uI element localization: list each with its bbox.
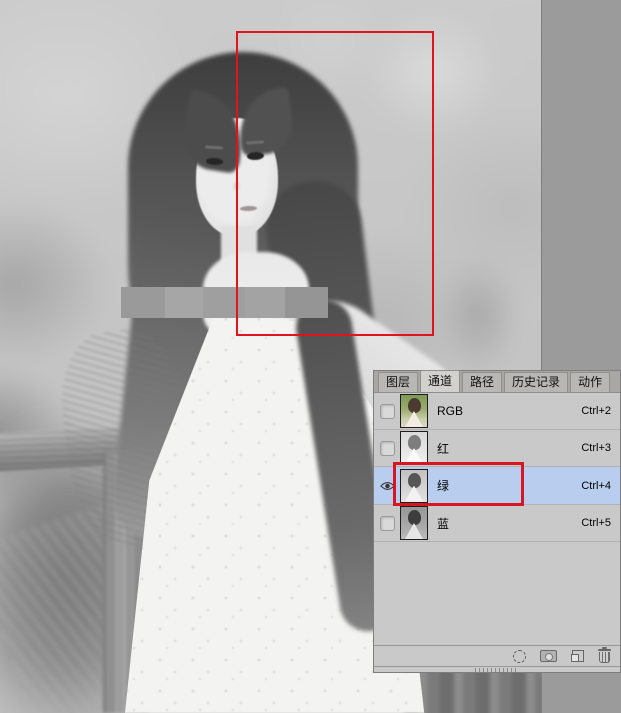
load-selection-icon[interactable] <box>513 650 526 663</box>
visibility-toggle[interactable] <box>374 516 400 531</box>
panel-resize-grip[interactable] <box>475 668 519 672</box>
channel-name: RGB <box>437 404 463 418</box>
save-selection-icon[interactable] <box>540 650 557 662</box>
panel-tab-bar: 图层 通道 路径 历史记录 动作 <box>374 371 620 393</box>
tab-layers[interactable]: 图层 <box>378 372 418 392</box>
panel-footer <box>374 645 620 667</box>
delete-channel-icon[interactable] <box>598 649 611 664</box>
visibility-empty-box <box>380 441 395 456</box>
channel-shortcut: Ctrl+5 <box>581 517 611 529</box>
visibility-empty-box <box>380 516 395 531</box>
visibility-toggle[interactable] <box>374 404 400 419</box>
visibility-toggle[interactable] <box>374 481 400 491</box>
visibility-toggle[interactable] <box>374 441 400 456</box>
tab-actions[interactable]: 动作 <box>570 372 610 392</box>
channel-name: 红 <box>437 440 449 457</box>
channel-name: 绿 <box>437 477 449 494</box>
channel-row-blue[interactable]: 蓝 Ctrl+5 <box>374 505 620 542</box>
channel-thumbnail-green[interactable] <box>400 469 428 503</box>
new-channel-icon[interactable] <box>571 650 584 662</box>
tab-history[interactable]: 历史记录 <box>504 372 568 392</box>
red-annotation-rectangle <box>236 31 434 336</box>
channel-shortcut: Ctrl+2 <box>581 405 611 417</box>
visibility-empty-box <box>380 404 395 419</box>
channel-thumbnail-rgb[interactable] <box>400 394 428 428</box>
tab-paths[interactable]: 路径 <box>462 372 502 392</box>
channel-thumbnail-red[interactable] <box>400 431 428 465</box>
tab-channels[interactable]: 通道 <box>420 370 460 392</box>
photoshop-workspace: 图层 通道 路径 历史记录 动作 RGB Ctrl+2 红 Ctrl+3 <box>0 0 621 713</box>
channel-row-red[interactable]: 红 Ctrl+3 <box>374 430 620 467</box>
channel-name: 蓝 <box>437 515 449 532</box>
channel-shortcut: Ctrl+4 <box>581 480 611 492</box>
channels-panel: 图层 通道 路径 历史记录 动作 RGB Ctrl+2 红 Ctrl+3 <box>373 370 621 673</box>
eye-icon <box>380 481 395 491</box>
channel-row-rgb[interactable]: RGB Ctrl+2 <box>374 393 620 430</box>
channel-row-green[interactable]: 绿 Ctrl+4 <box>374 467 620 505</box>
channel-thumbnail-blue[interactable] <box>400 506 428 540</box>
channel-shortcut: Ctrl+3 <box>581 442 611 454</box>
